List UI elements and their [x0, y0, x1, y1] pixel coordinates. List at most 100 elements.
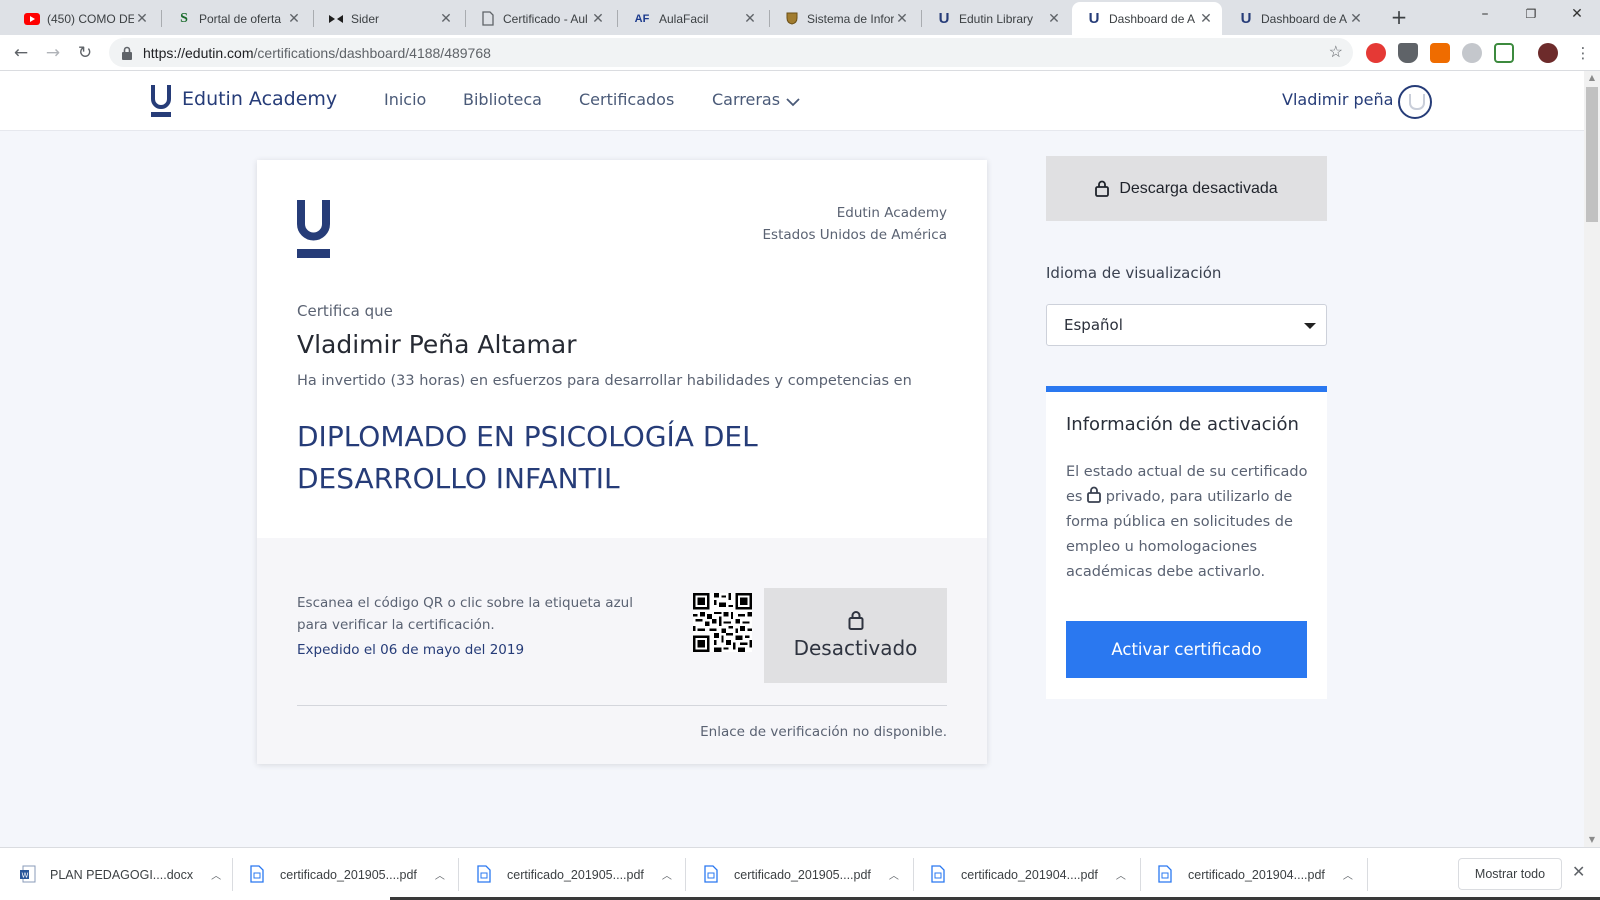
extension-office-icon[interactable]	[1430, 43, 1450, 63]
word-file-icon: W	[20, 865, 36, 884]
back-arrow-icon[interactable]: ←	[8, 40, 34, 66]
browser-tab-title: Portal de oferta	[199, 11, 282, 26]
download-item[interactable]: certificado_201905....pdf ︿	[704, 848, 899, 900]
address-bar[interactable]: https://edutin.com/certifications/dashbo…	[109, 38, 1353, 67]
language-label: Idioma de visualización	[1046, 264, 1222, 282]
course-title: DIPLOMADO EN PSICOLOGÍA DEL DESARROLLO I…	[297, 420, 758, 495]
browser-tab[interactable]: Certificado - Aul ✕	[466, 2, 614, 35]
download-filename: certificado_201904....pdf	[1188, 867, 1325, 882]
edutin-icon: U	[938, 10, 950, 27]
close-icon[interactable]: ✕	[1046, 10, 1062, 27]
download-disabled-button[interactable]: Descarga desactivada	[1046, 156, 1327, 221]
minimize-icon[interactable]: –	[1462, 0, 1508, 30]
youtube-icon	[24, 11, 40, 27]
user-avatar[interactable]	[1398, 85, 1432, 119]
bookmark-star-icon[interactable]: ☆	[1329, 42, 1343, 62]
scroll-up-icon[interactable]: ▲	[1584, 71, 1600, 85]
divider	[1367, 858, 1368, 891]
verification-link-status: Enlace de verificación no disponible.	[700, 724, 947, 740]
extension-calendar-icon[interactable]	[1494, 43, 1514, 63]
activate-certificate-button[interactable]: Activar certificado	[1066, 621, 1307, 678]
extension-skype-icon[interactable]	[1462, 43, 1482, 63]
issuer-name: Edutin Academy	[836, 205, 947, 221]
edutin-logo-icon[interactable]	[151, 85, 171, 117]
download-item[interactable]: certificado_201904....pdf ︿	[1158, 848, 1353, 900]
browser-tab[interactable]: Sider ✕	[314, 2, 462, 35]
extension-adblock-icon[interactable]	[1366, 43, 1386, 63]
divider	[1140, 858, 1141, 891]
scroll-thumb[interactable]	[1586, 87, 1598, 222]
scroll-down-icon[interactable]: ▼	[1584, 833, 1600, 847]
site-header: Edutin Academy Inicio Biblioteca Certifi…	[0, 71, 1584, 131]
download-item[interactable]: certificado_201905....pdf ︿	[477, 848, 672, 900]
show-all-downloads-button[interactable]: Mostrar todo	[1458, 858, 1562, 890]
deactivated-label: Desactivado	[793, 636, 918, 660]
browser-tab-title: (450) COMO DES	[47, 11, 134, 26]
window-close-icon[interactable]: ✕	[1554, 0, 1600, 30]
close-icon[interactable]: ✕	[438, 10, 454, 27]
close-icon[interactable]: ✕	[286, 10, 302, 27]
svg-text:W: W	[22, 872, 29, 880]
chevron-up-icon[interactable]: ︿	[662, 867, 672, 882]
extension-shield-icon[interactable]	[1398, 43, 1418, 63]
close-icon[interactable]: ✕	[134, 10, 150, 27]
chevron-up-icon[interactable]: ︿	[1116, 867, 1126, 882]
browser-tab[interactable]: Sistema de Infor ✕	[770, 2, 918, 35]
chevron-up-icon[interactable]: ︿	[435, 867, 445, 882]
chevron-up-icon[interactable]: ︿	[889, 867, 899, 882]
new-tab-icon[interactable]: +	[1386, 6, 1412, 30]
nav-biblioteca[interactable]: Biblioteca	[463, 90, 542, 109]
chevron-up-icon[interactable]: ︿	[211, 867, 221, 882]
browser-tab-title: Certificado - Aul	[503, 11, 588, 26]
nav-carreras[interactable]: Carreras	[712, 90, 780, 109]
divider	[297, 705, 947, 706]
download-filename: certificado_201905....pdf	[280, 867, 417, 882]
browser-tab[interactable]: U Dashboard de A ✕	[1224, 2, 1372, 35]
forward-arrow-icon[interactable]: →	[40, 40, 66, 66]
nav-inicio[interactable]: Inicio	[384, 90, 426, 109]
browser-tab[interactable]: AF AulaFacil ✕	[618, 2, 766, 35]
edutin-icon: U	[1088, 10, 1100, 27]
activation-text: El estado actual de su certificado es pr…	[1066, 460, 1311, 585]
divider	[458, 858, 459, 891]
language-select[interactable]: Español	[1046, 304, 1327, 346]
browser-tab-title: Sider	[351, 11, 380, 26]
download-item[interactable]: certificado_201905....pdf ︿	[250, 848, 445, 900]
recipient-name: Vladimir Peña Altamar	[297, 330, 577, 359]
browser-tab[interactable]: S Portal de oferta ✕	[162, 2, 310, 35]
browser-menu-icon[interactable]: ⋮	[1570, 40, 1596, 66]
chevron-down-icon[interactable]	[786, 98, 800, 107]
pdf-file-icon	[477, 865, 493, 884]
divider	[913, 858, 914, 891]
download-item[interactable]: W PLAN PEDAGOGI....docx ︿	[20, 848, 221, 900]
close-icon[interactable]: ✕	[1198, 10, 1214, 27]
page-scrollbar[interactable]: ▲ ▼	[1584, 71, 1600, 847]
certifies-label: Certifica que	[297, 302, 393, 320]
close-icon[interactable]: ✕	[742, 10, 758, 27]
download-filename: certificado_201904....pdf	[961, 867, 1098, 882]
chevron-up-icon[interactable]: ︿	[1343, 867, 1353, 882]
close-icon[interactable]: ✕	[1572, 862, 1585, 882]
profile-avatar-icon[interactable]	[1538, 43, 1558, 63]
edutin-logo-icon	[297, 200, 330, 258]
lock-icon	[1087, 486, 1101, 503]
divider	[685, 858, 686, 891]
close-icon[interactable]: ✕	[590, 10, 606, 27]
browser-tab[interactable]: (450) COMO DES ✕	[10, 2, 158, 35]
browser-tab-active[interactable]: U Dashboard de A ✕	[1072, 2, 1222, 35]
divider	[232, 858, 233, 891]
pdf-file-icon	[931, 865, 947, 884]
nav-certificados[interactable]: Certificados	[579, 90, 674, 109]
user-name[interactable]: Vladimir peña	[1282, 90, 1393, 109]
download-item[interactable]: certificado_201904....pdf ︿	[931, 848, 1126, 900]
browser-tab-strip: (450) COMO DES ✕ S Portal de oferta ✕ Si…	[0, 0, 1600, 35]
language-selected-value: Español	[1064, 316, 1123, 334]
deactivated-status-button[interactable]: Desactivado	[764, 588, 947, 683]
brand-name[interactable]: Edutin Academy	[182, 88, 337, 110]
reload-icon[interactable]: ↻	[72, 40, 98, 66]
browser-tab[interactable]: U Edutin Library ✕	[922, 2, 1070, 35]
qr-code[interactable]	[693, 593, 752, 652]
close-icon[interactable]: ✕	[894, 10, 910, 27]
close-icon[interactable]: ✕	[1348, 10, 1364, 27]
restore-icon[interactable]: ❐	[1508, 0, 1554, 30]
